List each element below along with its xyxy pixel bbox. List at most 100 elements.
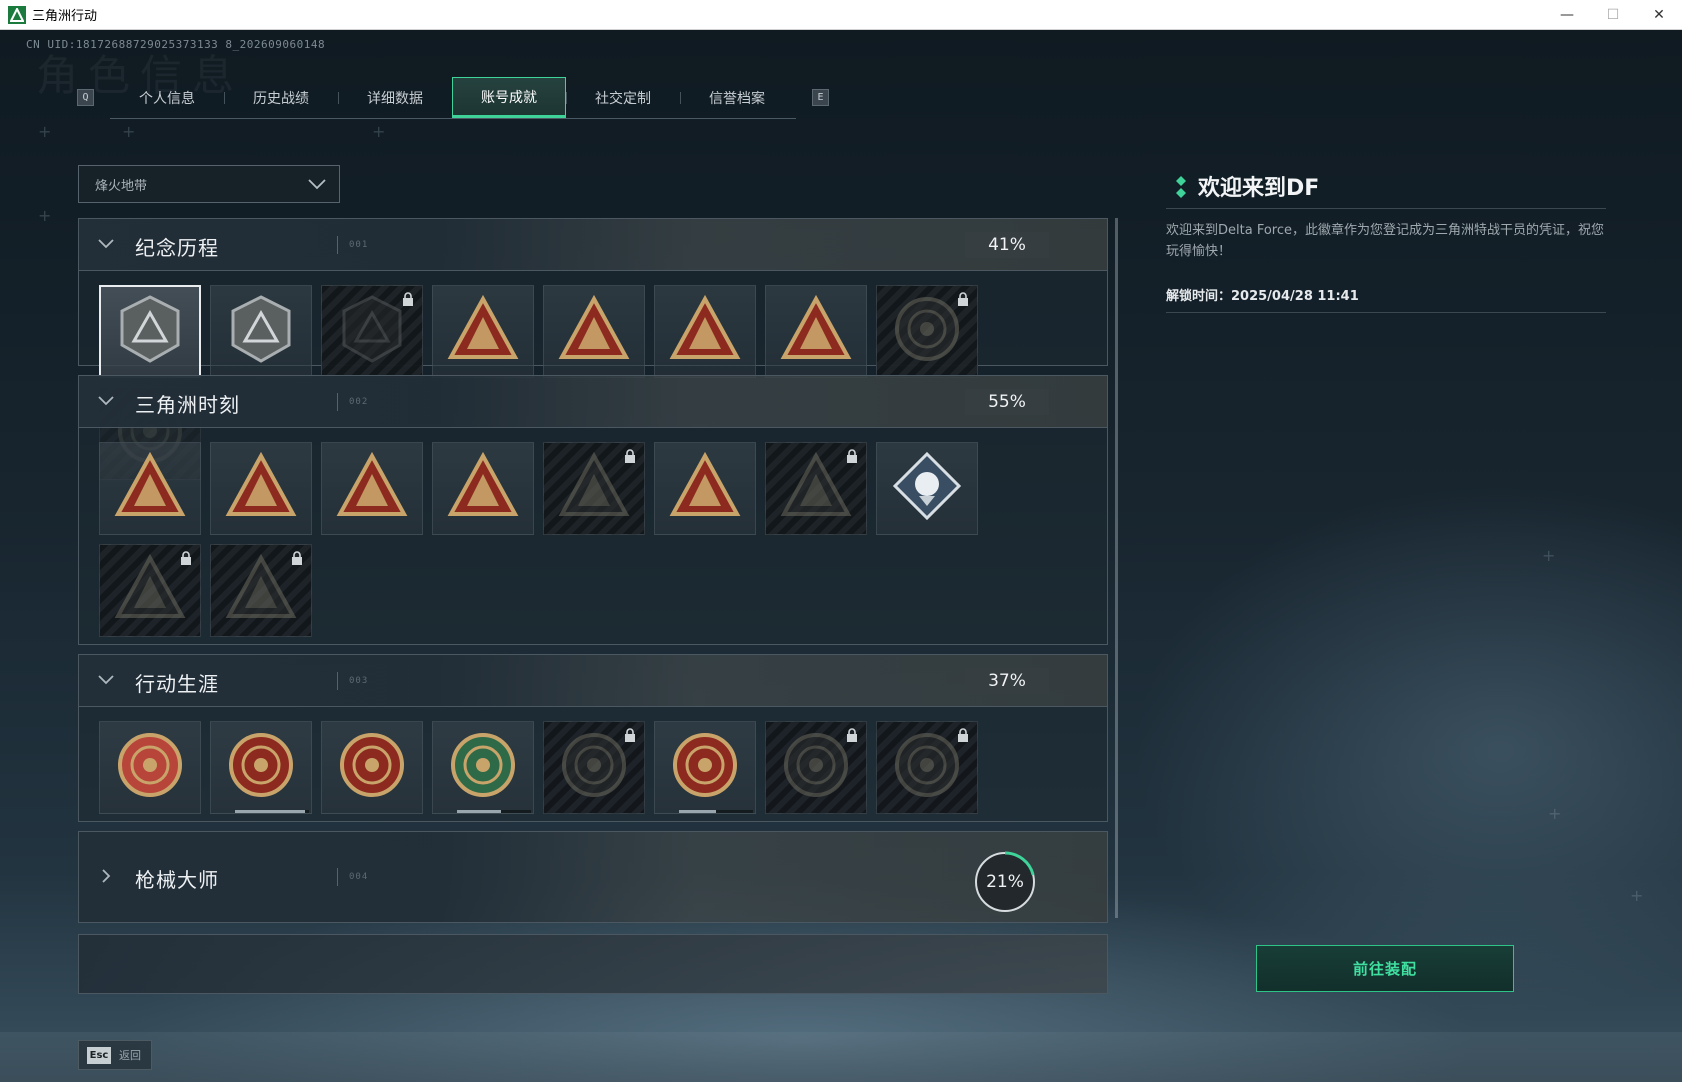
lock-icon [957,728,969,747]
badge-item[interactable] [543,721,645,814]
app-logo-icon [8,5,26,24]
category-index: 002 [349,397,369,407]
lock-icon [624,449,636,468]
badge-item[interactable] [99,442,201,535]
badge-unlock-time: 解锁时间：2025/04/28 11:41 [1166,289,1359,304]
bottom-bar [0,1032,1682,1082]
tiger-emblem-icon [114,552,186,629]
tab-2[interactable]: 详细数据 [338,77,452,118]
header-divider [337,236,338,254]
tower-58-emblem-icon [447,293,519,370]
category-header[interactable]: 三角洲时刻 002 55% [79,376,1107,428]
mode-dropdown-value: 烽火地带 [95,178,148,194]
tab-1[interactable]: 历史战绩 [224,77,338,118]
category-header[interactable]: 枪械大师 004 21% [79,832,1107,922]
badge-item[interactable] [876,442,978,535]
badge-item[interactable] [321,721,423,814]
close-button[interactable]: ✕ [1636,0,1682,30]
category-title: 枪械大师 [135,868,219,892]
category-title: 纪念历程 [135,236,219,260]
category-index: 003 [349,676,369,686]
lock-icon [291,551,303,570]
prev-tab-key-hint[interactable]: Q [77,89,94,106]
badge-item[interactable] [543,285,645,378]
badge-item[interactable] [876,285,978,378]
eagle-medal-icon [336,729,408,806]
chevron-down-icon [98,396,114,406]
badge-progress-bar [457,810,531,813]
player-uid: CN UID:18172688729025373133 8_2026090601… [26,38,326,51]
back-label: 返回 [119,1049,141,1062]
badge-item[interactable] [210,544,312,637]
lock-icon [846,449,858,468]
category-header[interactable]: 纪念历程 001 41% [79,219,1107,271]
detail-divider [1166,312,1606,313]
category-progress-ring: 21% [973,850,1037,914]
category-index: 001 [349,240,369,250]
badge-item[interactable] [543,442,645,535]
go-equip-button[interactable]: 前往装配 [1256,945,1514,992]
achievement-category: 行动生涯 003 37% [78,654,1108,822]
tab-bar: 个人信息 历史战绩 详细数据 账号成就 社交定制 信誉档案 [110,77,796,119]
maximize-button[interactable]: ☐ [1590,0,1636,30]
star-medal-icon [114,729,186,806]
squad-emblem-icon [447,450,519,527]
squad-emblem-icon [558,450,630,527]
badge-item[interactable] [321,285,423,378]
chevron-down-icon [308,179,326,190]
number-2-emblem-icon [780,293,852,370]
tab-5[interactable]: 信誉档案 [680,77,794,118]
rocket-emblem-icon [669,450,741,527]
chevron-right-icon [102,869,111,883]
badge-item[interactable] [210,285,312,378]
category-header[interactable]: 行动生涯 003 37% [79,655,1107,707]
delta-emblem-icon [114,293,186,370]
category-title: 行动生涯 [135,672,219,696]
number-1-emblem-icon [669,293,741,370]
category-progress-percent: 37% [965,668,1049,694]
category-progress-percent: 55% [965,389,1049,415]
detail-divider [1166,208,1606,209]
badge-item[interactable] [765,285,867,378]
badge-item[interactable] [654,285,756,378]
mode-dropdown[interactable]: 烽火地带 [78,165,340,203]
achievement-list[interactable]: 纪念历程 001 41% 三角洲时刻 002 55% 行动生涯 003 37% 枪械大师 004 21… [78,218,1108,994]
back-button[interactable]: Esc 返回 [78,1040,152,1070]
badge-item[interactable] [210,442,312,535]
green-shield-medal-icon [447,729,519,806]
lock-icon [180,551,192,570]
lock-icon [957,292,969,311]
minimize-button[interactable]: — [1544,0,1590,30]
badge-item[interactable] [765,721,867,814]
tab-4[interactable]: 社交定制 [566,77,680,118]
category-progress-percent: 21% [986,872,1024,892]
header-divider [337,672,338,690]
badge-item[interactable] [432,721,534,814]
badge-item[interactable] [654,721,756,814]
badge-detail-description: 欢迎来到Delta Force，此徽章作为您登记成为三角洲特战干员的凭证，祝您玩… [1166,223,1604,259]
badge-item[interactable] [765,442,867,535]
achievement-category: 三角洲时刻 002 55% [78,375,1108,645]
achievement-category: 枪械大师 004 21% [78,831,1108,923]
next-tab-key-hint[interactable]: E [812,89,829,106]
tab-0[interactable]: 个人信息 [110,77,224,118]
badge-item[interactable] [654,442,756,535]
badge-item[interactable] [99,544,201,637]
lock-icon [846,728,858,747]
badge-item[interactable] [432,442,534,535]
lock-icon [624,728,636,747]
badge-item[interactable] [99,285,201,378]
badge-item[interactable] [321,442,423,535]
badge-item[interactable] [876,721,978,814]
badge-item[interactable] [432,285,534,378]
badge-item[interactable] [210,721,312,814]
category-index: 004 [349,872,369,882]
dragon-emblem-icon [780,450,852,527]
game-screen: 角色信息 CN UID:18172688729025373133 8_20260… [0,30,1682,1082]
shield-emblem-icon [336,293,408,370]
tab-3[interactable]: 账号成就 [452,77,566,118]
badge-item[interactable] [99,721,201,814]
esc-key-hint: Esc [87,1046,111,1064]
achievement-scrollbar[interactable] [1115,218,1118,918]
skull-target-medal-icon [669,729,741,806]
